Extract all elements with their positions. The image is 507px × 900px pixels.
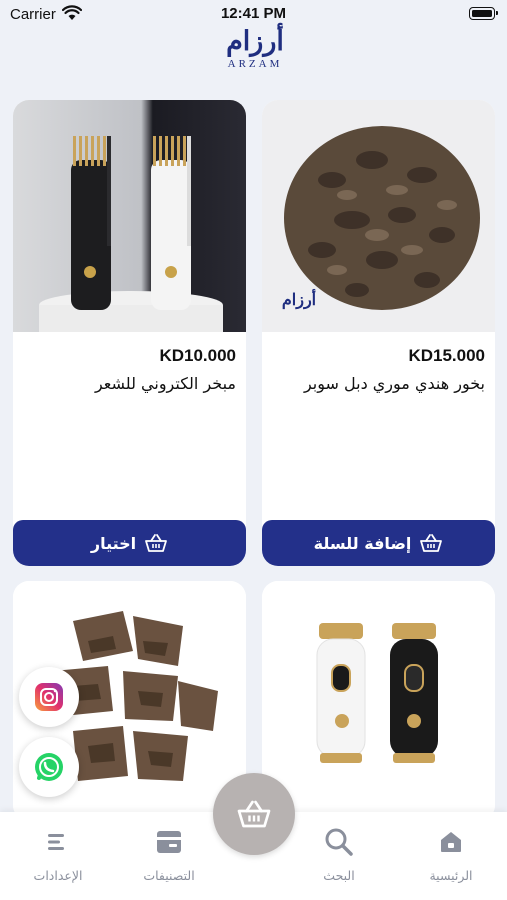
whatsapp-icon — [35, 753, 63, 781]
product-card-indian-incense[interactable]: أرزام KD15.000 بخور هندي موري دبل سوبر إ… — [262, 100, 495, 566]
add-to-cart-label: إضافة للسلة — [313, 533, 412, 553]
product-image-indian-incense[interactable]: أرزام — [262, 100, 495, 332]
tab-categories[interactable]: التصنيفات — [119, 826, 219, 883]
choose-button-label: اختيار — [90, 533, 137, 553]
product-name[interactable]: بخور هندي موري دبل سوبر — [304, 374, 485, 393]
instagram-icon — [35, 683, 63, 711]
product-image-hair-incense[interactable] — [13, 100, 246, 332]
categories-icon — [157, 831, 181, 853]
product-price: KD15.000 — [408, 346, 485, 365]
basket-icon — [420, 534, 443, 552]
logo-english: ARZAM — [227, 58, 283, 70]
product-price: KD10.000 — [159, 346, 236, 365]
product-card-hair-incense[interactable]: KD10.000 مبخر الكتروني للشعر اختيار — [13, 100, 246, 566]
basket-icon — [145, 534, 168, 552]
product-card-incense-burners[interactable] — [262, 581, 495, 821]
tab-home[interactable]: الرئيسية — [401, 826, 501, 883]
home-icon — [441, 832, 461, 852]
add-to-cart-button[interactable]: إضافة للسلة — [262, 520, 495, 566]
product-image-incense-burners[interactable] — [262, 581, 495, 813]
tab-settings-label: الإعدادات — [33, 868, 83, 883]
whatsapp-button[interactable] — [19, 737, 79, 797]
product-name[interactable]: مبخر الكتروني للشعر — [95, 374, 236, 393]
brand-logo: أرزام ARZAM — [215, 26, 295, 88]
tab-settings[interactable]: الإعدادات — [8, 826, 108, 883]
logo-arabic: أرزام — [226, 26, 284, 57]
tab-search-label: البحث — [323, 868, 355, 883]
tab-home-label: الرئيسية — [429, 868, 473, 883]
status-bar: Carrier 12:41 PM — [0, 0, 507, 28]
instagram-button[interactable] — [19, 667, 79, 727]
tab-search[interactable]: البحث — [289, 826, 389, 883]
svg-text:أرزام: أرزام — [282, 288, 316, 310]
clock: 12:41 PM — [220, 5, 287, 22]
menu-icon — [48, 834, 64, 850]
search-icon — [325, 828, 353, 856]
tab-categories-label: التصنيفات — [143, 868, 195, 883]
battery-icon — [469, 7, 498, 20]
basket-icon — [237, 800, 271, 828]
choose-button[interactable]: اختيار — [13, 520, 246, 566]
cart-button[interactable] — [213, 773, 295, 855]
